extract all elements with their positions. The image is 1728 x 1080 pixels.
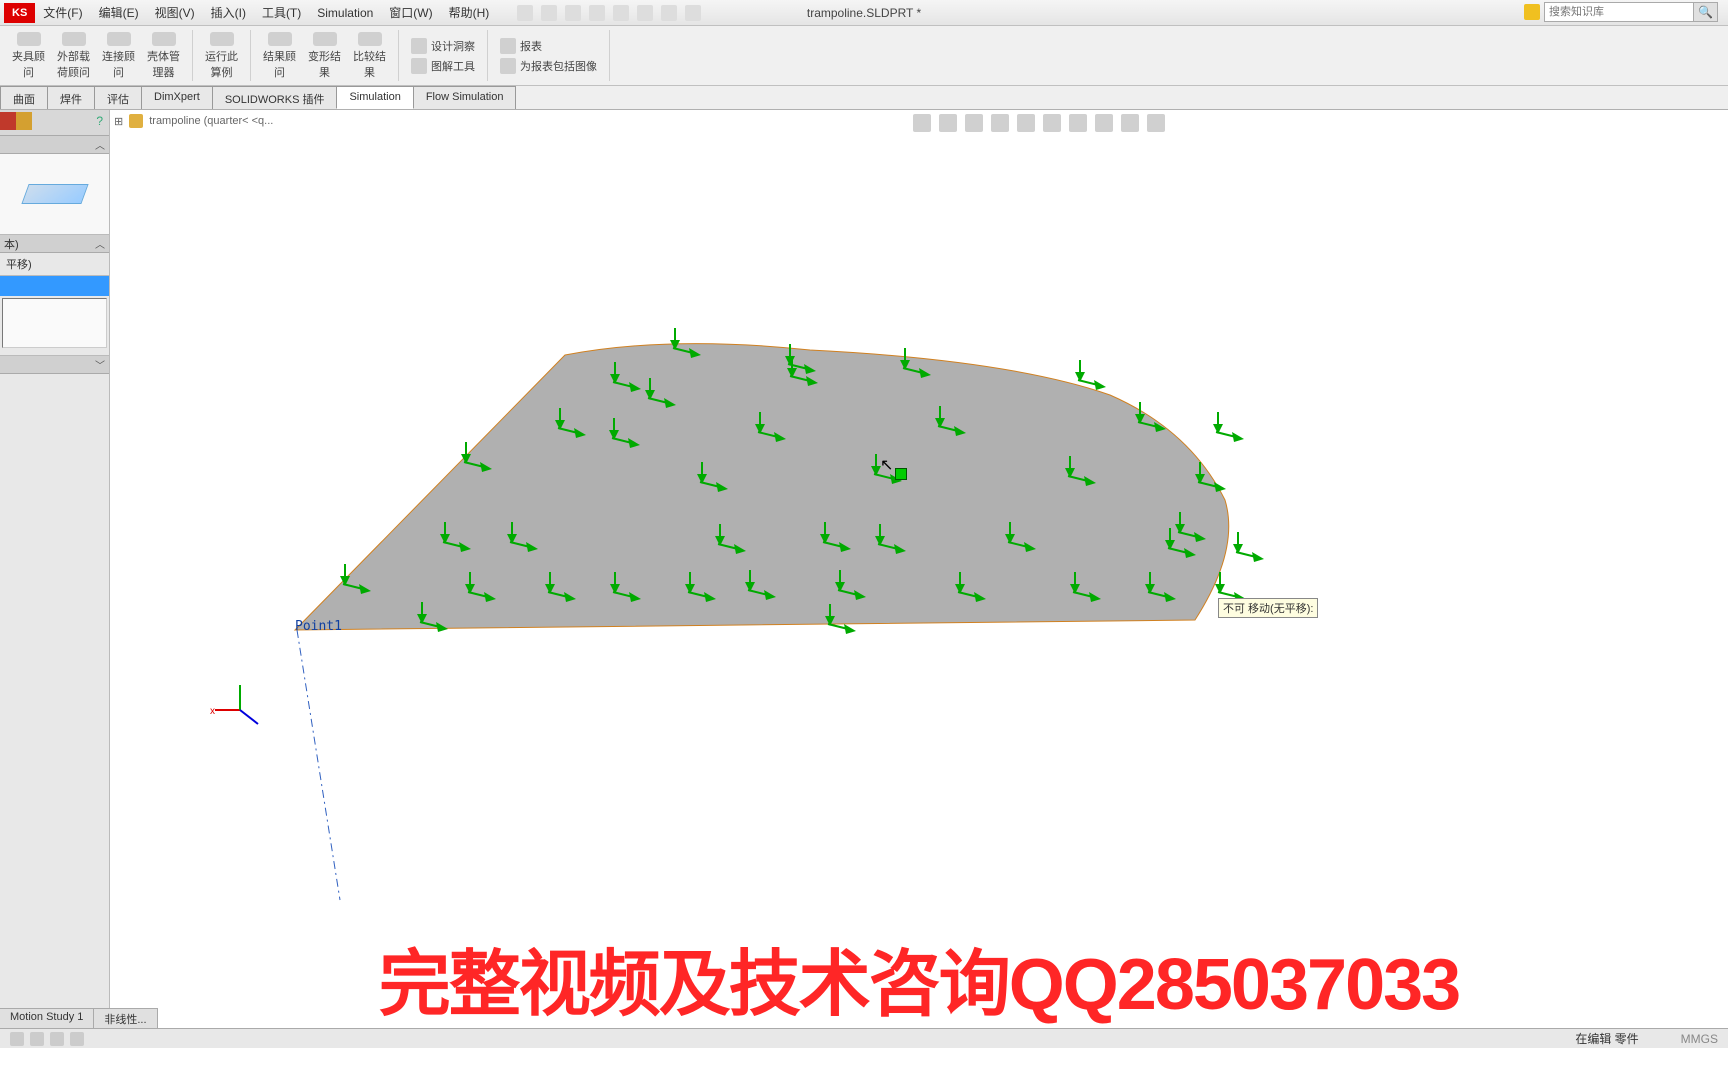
watermark-text: 完整视频及技术咨询QQ285037033 [379, 925, 1459, 1030]
compare-icon [358, 32, 382, 46]
report-button[interactable]: 报表 [494, 36, 548, 56]
yellow-tab[interactable] [16, 112, 32, 130]
chevron-up-icon: ︿ [95, 137, 105, 152]
menu-bar: KS 文件(F) 编辑(E) 视图(V) 插入(I) 工具(T) Simulat… [0, 0, 1728, 26]
preview-collapse[interactable]: ︿ [0, 136, 109, 154]
deformed-result-button[interactable]: 变形结果 [302, 30, 347, 82]
help-icon[interactable]: ? [96, 114, 103, 131]
options-icon[interactable] [685, 5, 701, 21]
result-icon [268, 32, 292, 46]
new-icon[interactable] [517, 5, 533, 21]
cursor-selection-indicator [895, 468, 907, 480]
insight-icon [411, 38, 427, 54]
chevron-up-icon: ︿ [95, 236, 105, 251]
tab-addins[interactable]: SOLIDWORKS 插件 [212, 86, 338, 109]
menu-tools[interactable]: 工具(T) [254, 0, 309, 25]
tab-flow-simulation[interactable]: Flow Simulation [413, 86, 517, 109]
plot-icon [411, 58, 427, 74]
tab-weldment[interactable]: 焊件 [47, 86, 95, 109]
edit-status: 在编辑 零件 [1575, 1030, 1638, 1047]
deform-icon [313, 32, 337, 46]
include-image-button[interactable]: 为报表包括图像 [494, 56, 603, 76]
units-label: MMGS [1681, 1032, 1718, 1046]
save-icon[interactable] [565, 5, 581, 21]
shell-icon [152, 32, 176, 46]
fixture-advisor-button[interactable]: 夹具顾问 [6, 30, 51, 82]
run-icon [210, 32, 234, 46]
point1-label: Point1 [295, 619, 342, 634]
view-triad[interactable]: x [210, 680, 270, 740]
preview-shape-icon [21, 184, 88, 204]
result-advisor-button[interactable]: 结果顾问 [257, 30, 302, 82]
bottom-tabs: Motion Study 1 非线性... [0, 1008, 158, 1028]
axis-line [297, 630, 340, 900]
tab-surface[interactable]: 曲面 [0, 86, 48, 109]
load-icon [62, 32, 86, 46]
menu-window[interactable]: 窗口(W) [381, 0, 440, 25]
fixture-icon [17, 32, 41, 46]
redo-icon[interactable] [637, 5, 653, 21]
measure-icon[interactable] [50, 1032, 64, 1046]
design-insight-button[interactable]: 设计洞察 [405, 36, 481, 56]
search-input[interactable] [1544, 2, 1694, 22]
menu-view[interactable]: 视图(V) [147, 0, 203, 25]
section-collapse[interactable]: 本)︿ [0, 235, 109, 253]
menu-file[interactable]: 文件(F) [35, 0, 90, 25]
mass-icon[interactable] [70, 1032, 84, 1046]
undo-icon[interactable] [613, 5, 629, 21]
shell-manager-button[interactable]: 壳体管理器 [141, 30, 186, 82]
property-panel: 具 ? ︿ 本)︿ 平移) ﹀ [0, 110, 110, 1040]
rebuild-icon[interactable] [661, 5, 677, 21]
run-study-button[interactable]: 运行此算例 [199, 30, 244, 82]
nonlinear-tab[interactable]: 非线性... [94, 1009, 157, 1028]
cursor-arrow-icon: ↖ [880, 455, 893, 475]
tab-evaluate[interactable]: 评估 [94, 86, 142, 109]
menu-edit[interactable]: 编辑(E) [91, 0, 147, 25]
tab-simulation[interactable]: Simulation [336, 86, 413, 109]
svg-text:x: x [210, 706, 215, 717]
sketch-icon[interactable] [10, 1032, 24, 1046]
menu-insert[interactable]: 插入(I) [203, 0, 254, 25]
selection-list[interactable] [2, 298, 107, 348]
connection-icon [107, 32, 131, 46]
panel-color-tabs [0, 112, 32, 130]
tab-dimxpert[interactable]: DimXpert [141, 86, 213, 109]
motion-study-tab[interactable]: Motion Study 1 [0, 1009, 94, 1028]
search-box: 🔍 [1524, 2, 1718, 22]
open-icon[interactable] [541, 5, 557, 21]
menu-help[interactable]: 帮助(H) [441, 0, 498, 25]
selected-face-item[interactable] [0, 276, 109, 296]
command-tabs: 曲面 焊件 评估 DimXpert SOLIDWORKS 插件 Simulati… [0, 86, 1728, 110]
main-area: 具 ? ︿ 本)︿ 平移) ﹀ ⊞ trampoline (quarter< <… [0, 110, 1728, 1040]
plot-tools-button[interactable]: 图解工具 [405, 56, 481, 76]
preview-pane [0, 154, 109, 234]
trampoline-surface[interactable] [295, 344, 1229, 630]
fixture-tooltip: 不可 移动(无平移): [1218, 598, 1318, 618]
ribbon: 夹具顾问 外部载荷顾问 连接顾问 壳体管理器 运行此算例 结果顾问 变形结果 比… [0, 26, 1728, 86]
chevron-down-icon: ﹀ [95, 357, 105, 372]
graphics-viewport[interactable]: ⊞ trampoline (quarter< <q... [110, 110, 1728, 1040]
external-load-advisor-button[interactable]: 外部载荷顾问 [51, 30, 96, 82]
report-icon [500, 38, 516, 54]
document-title: trampoline.SLDPRT * [807, 6, 921, 20]
app-logo: KS [4, 3, 35, 23]
print-icon[interactable] [589, 5, 605, 21]
bottom-collapse[interactable]: ﹀ [0, 356, 109, 374]
search-button[interactable]: 🔍 [1694, 2, 1718, 22]
tree-item-translation[interactable]: 平移) [0, 253, 109, 275]
compare-result-button[interactable]: 比较结果 [347, 30, 392, 82]
red-tab[interactable] [0, 112, 16, 130]
search-kb-icon [1524, 4, 1540, 20]
select-icon[interactable] [30, 1032, 44, 1046]
image-icon [500, 58, 516, 74]
quick-access-toolbar [497, 5, 701, 21]
connection-advisor-button[interactable]: 连接顾问 [96, 30, 141, 82]
menu-simulation[interactable]: Simulation [309, 2, 381, 24]
status-toolbar: 在编辑 零件 MMGS [0, 1028, 1728, 1048]
